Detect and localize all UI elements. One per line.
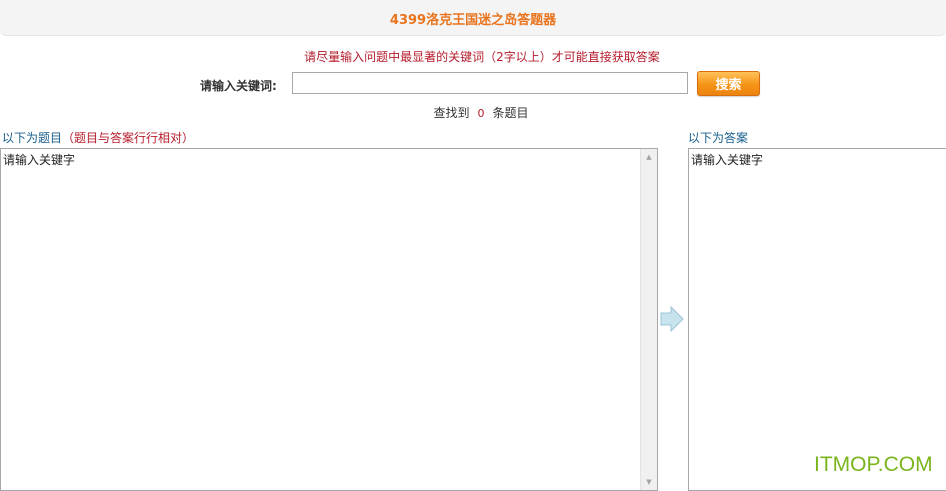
page-title: 4399洛克王国迷之岛答题器 — [389, 13, 557, 28]
scroll-down-icon[interactable]: ▼ — [641, 474, 657, 490]
search-input[interactable] — [292, 72, 688, 94]
questions-content: 请输入关键字 — [3, 153, 76, 167]
scroll-up-icon[interactable]: ▲ — [641, 149, 657, 165]
search-hint: 请尽量输入问题中最显著的关键词（2字以上）才可能直接获取答案 — [304, 50, 660, 64]
result-count: 0 — [477, 107, 485, 120]
result-prefix: 查找到 — [433, 106, 470, 120]
questions-heading-note: （题目与答案行行相对） — [62, 131, 195, 145]
result-suffix: 条题目 — [492, 106, 529, 120]
answers-heading: 以下为答案 — [688, 131, 749, 145]
result-count-line: 查找到 0 条题目 — [0, 104, 946, 121]
questions-heading-label: 以下为题目 — [2, 131, 63, 145]
watermark-logo: ITMOP.COM — [814, 453, 933, 476]
answers-content: 请输入关键字 — [691, 153, 764, 167]
answers-textarea[interactable]: 请输入关键字 — [688, 148, 946, 491]
header-bar: 4399洛克王国迷之岛答题器 — [0, 0, 946, 36]
arrow-right-icon — [660, 305, 684, 333]
questions-heading: 以下为题目（题目与答案行行相对） — [2, 129, 194, 146]
questions-scrollbar[interactable]: ▲ ▼ — [640, 149, 657, 490]
search-label: 请输入关键词: — [200, 79, 277, 93]
search-button[interactable]: 搜索 — [697, 71, 760, 96]
questions-textarea[interactable]: 请输入关键字 ▲ ▼ — [0, 148, 658, 491]
